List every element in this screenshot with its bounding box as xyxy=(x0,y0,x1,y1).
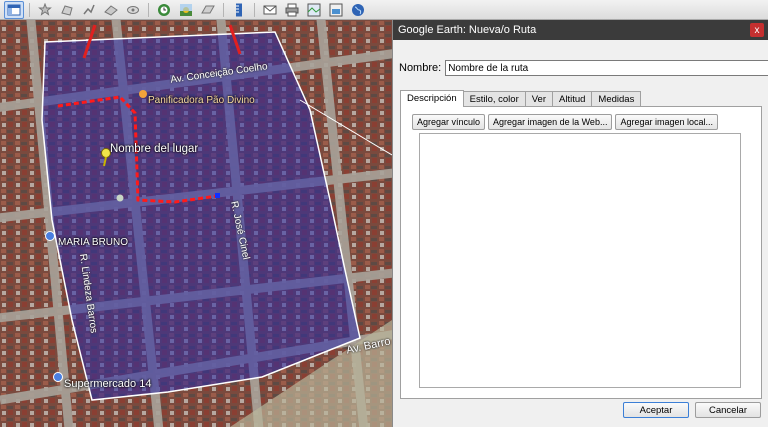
map-view[interactable]: Nombre del lugar Panificadora Pão Divino… xyxy=(0,20,392,427)
close-icon: x xyxy=(754,24,760,36)
add-placemark-icon[interactable] xyxy=(35,1,55,19)
historical-imagery-icon[interactable] xyxy=(154,1,174,19)
tab-measurements[interactable]: Medidas xyxy=(591,91,642,107)
earth-icon[interactable] xyxy=(348,1,368,19)
print-icon[interactable] xyxy=(282,1,302,19)
add-link-button[interactable]: Agregar vínculo xyxy=(412,114,486,130)
planets-icon[interactable] xyxy=(198,1,218,19)
toolbar-separator xyxy=(148,2,149,17)
tab-bar: Descripción Estilo, color Ver Altitud Me… xyxy=(400,90,642,107)
cancel-button[interactable]: Cancelar xyxy=(695,402,761,418)
toolbar xyxy=(0,0,768,20)
dialog-title: Google Earth: Nueva/o Ruta xyxy=(398,24,537,36)
name-field[interactable] xyxy=(445,60,768,76)
market-poi-icon xyxy=(53,372,63,382)
bakery-poi-icon xyxy=(139,90,147,98)
poi-marker-icon xyxy=(116,194,124,202)
toolbar-separator xyxy=(29,2,30,17)
toolbar-separator xyxy=(254,2,255,17)
tab-style-color[interactable]: Estilo, color xyxy=(462,91,526,107)
ruler-icon[interactable] xyxy=(229,1,249,19)
new-path-dialog: Google Earth: Nueva/o Ruta x Nombre: Des… xyxy=(392,20,768,427)
add-path-icon[interactable] xyxy=(79,1,99,19)
market-label: Supermercado 14 xyxy=(64,378,152,390)
toolbar-separator xyxy=(223,2,224,17)
tab-view[interactable]: Ver xyxy=(524,91,554,107)
placemark-label: Nombre del lugar xyxy=(110,143,199,155)
add-local-image-button[interactable]: Agregar imagen local... xyxy=(615,114,719,130)
tab-description[interactable]: Descripción xyxy=(400,90,464,107)
add-web-image-button[interactable]: Agregar imagen de la Web... xyxy=(488,114,613,130)
name-row: Nombre: xyxy=(399,60,768,76)
tab-altitude[interactable]: Altitud xyxy=(552,91,593,107)
add-image-overlay-icon[interactable] xyxy=(101,1,121,19)
maria-label: MARIA BRUNO xyxy=(58,237,129,248)
bakery-label: Panificadora Pão Divino xyxy=(148,95,255,106)
sidebar-toggle-icon[interactable] xyxy=(4,0,24,19)
description-buttons: Agregar vínculo Agregar imagen de la Web… xyxy=(412,114,719,130)
email-icon[interactable] xyxy=(260,1,280,19)
maria-poi-icon xyxy=(45,231,55,241)
close-button[interactable]: x xyxy=(750,23,764,37)
view-in-maps-icon[interactable] xyxy=(304,1,324,19)
save-image-icon[interactable] xyxy=(326,1,346,19)
dialog-titlebar: Google Earth: Nueva/o Ruta x xyxy=(393,20,768,40)
record-tour-icon[interactable] xyxy=(123,1,143,19)
description-textarea[interactable] xyxy=(419,133,741,388)
name-label: Nombre: xyxy=(399,62,442,74)
ok-button[interactable]: Aceptar xyxy=(623,402,689,418)
add-polygon-icon[interactable] xyxy=(57,1,77,19)
dialog-footer: Aceptar Cancelar xyxy=(623,402,761,418)
sunlight-icon[interactable] xyxy=(176,1,196,19)
